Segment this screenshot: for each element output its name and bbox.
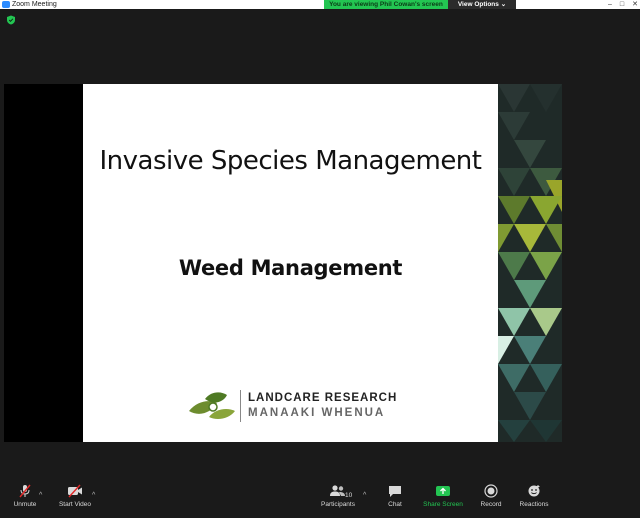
video-options-chevron-icon[interactable]: ^ <box>92 492 95 499</box>
share-screen-button[interactable]: Share Screen <box>420 484 466 508</box>
logo-text-english: LANDCARE RESEARCH <box>248 392 398 404</box>
slide-title: Invasive Species Management <box>99 146 482 176</box>
encryption-shield-icon[interactable] <box>6 15 16 25</box>
reactions-icon <box>528 485 540 497</box>
start-video-button[interactable]: Start Video <box>56 484 94 508</box>
maximize-icon[interactable]: □ <box>620 0 624 9</box>
view-options-button[interactable]: View Options ⌄ <box>448 0 516 9</box>
reactions-button[interactable]: Reactions <box>516 484 552 508</box>
share-screen-icon <box>436 486 450 496</box>
record-icon <box>484 484 498 498</box>
share-screen-label: Share Screen <box>423 501 463 508</box>
slide-decorative-pattern <box>498 84 562 442</box>
video-off-icon <box>68 484 82 498</box>
logo-text-maori: MANAAKI WHENUA <box>248 407 386 419</box>
minimize-icon[interactable]: – <box>608 0 612 9</box>
landcare-leaf-logo-icon <box>189 392 235 419</box>
title-bar: Zoom Meeting – □ ✕ <box>0 0 640 9</box>
start-video-label: Start Video <box>58 501 92 508</box>
audio-options-chevron-icon[interactable]: ^ <box>39 492 42 499</box>
participant-count: 10 <box>345 492 353 499</box>
participants-options-chevron-icon[interactable]: ^ <box>363 492 366 499</box>
window-controls: – □ ✕ <box>608 0 638 9</box>
participants-label: Participants <box>321 501 355 508</box>
chat-icon <box>389 486 401 497</box>
unmute-label: Unmute <box>13 501 37 508</box>
microphone-muted-icon <box>19 484 31 498</box>
viewing-banner: You are viewing Phil Cowan's screen <box>324 0 448 9</box>
slide-subtitle: Weed Management <box>178 256 403 280</box>
reactions-label: Reactions <box>519 501 549 508</box>
zoom-app-icon <box>2 1 10 8</box>
unmute-button[interactable]: Unmute <box>8 484 42 508</box>
record-label: Record <box>480 501 502 508</box>
chat-label: Chat <box>388 501 402 508</box>
chat-button[interactable]: Chat <box>382 484 408 508</box>
window-title: Zoom Meeting <box>12 1 57 8</box>
presentation-slide: Invasive Species Management Weed Managem… <box>83 84 498 442</box>
close-icon[interactable]: ✕ <box>632 0 638 9</box>
record-button[interactable]: Record <box>476 484 506 508</box>
logo-divider <box>240 390 241 422</box>
